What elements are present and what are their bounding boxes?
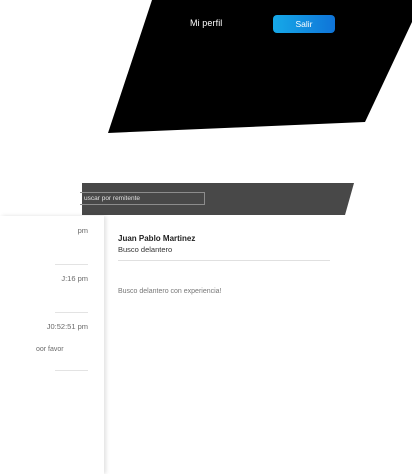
message-time: J:16 pm (61, 274, 88, 283)
sender-name: Juan Pablo Martinez (118, 234, 196, 243)
detail-divider (118, 260, 330, 261)
search-input[interactable] (80, 192, 205, 205)
message-detail: Juan Pablo Martinez Busco delantero Busc… (105, 216, 412, 474)
list-divider (55, 264, 88, 265)
message-time: pm (77, 226, 88, 235)
message-list: pm J:16 pm J0:52:51 pm oor favor (0, 216, 104, 474)
list-divider (55, 370, 88, 371)
list-divider (55, 312, 88, 313)
logout-button[interactable]: Salir (273, 15, 335, 33)
profile-link[interactable]: Mi perfil (190, 18, 222, 28)
message-snippet: oor favor (36, 346, 64, 353)
message-body: Busco delantero con experiencia! (118, 288, 222, 295)
message-time: J0:52:51 pm (46, 322, 88, 331)
message-subject: Busco delantero (118, 245, 173, 254)
